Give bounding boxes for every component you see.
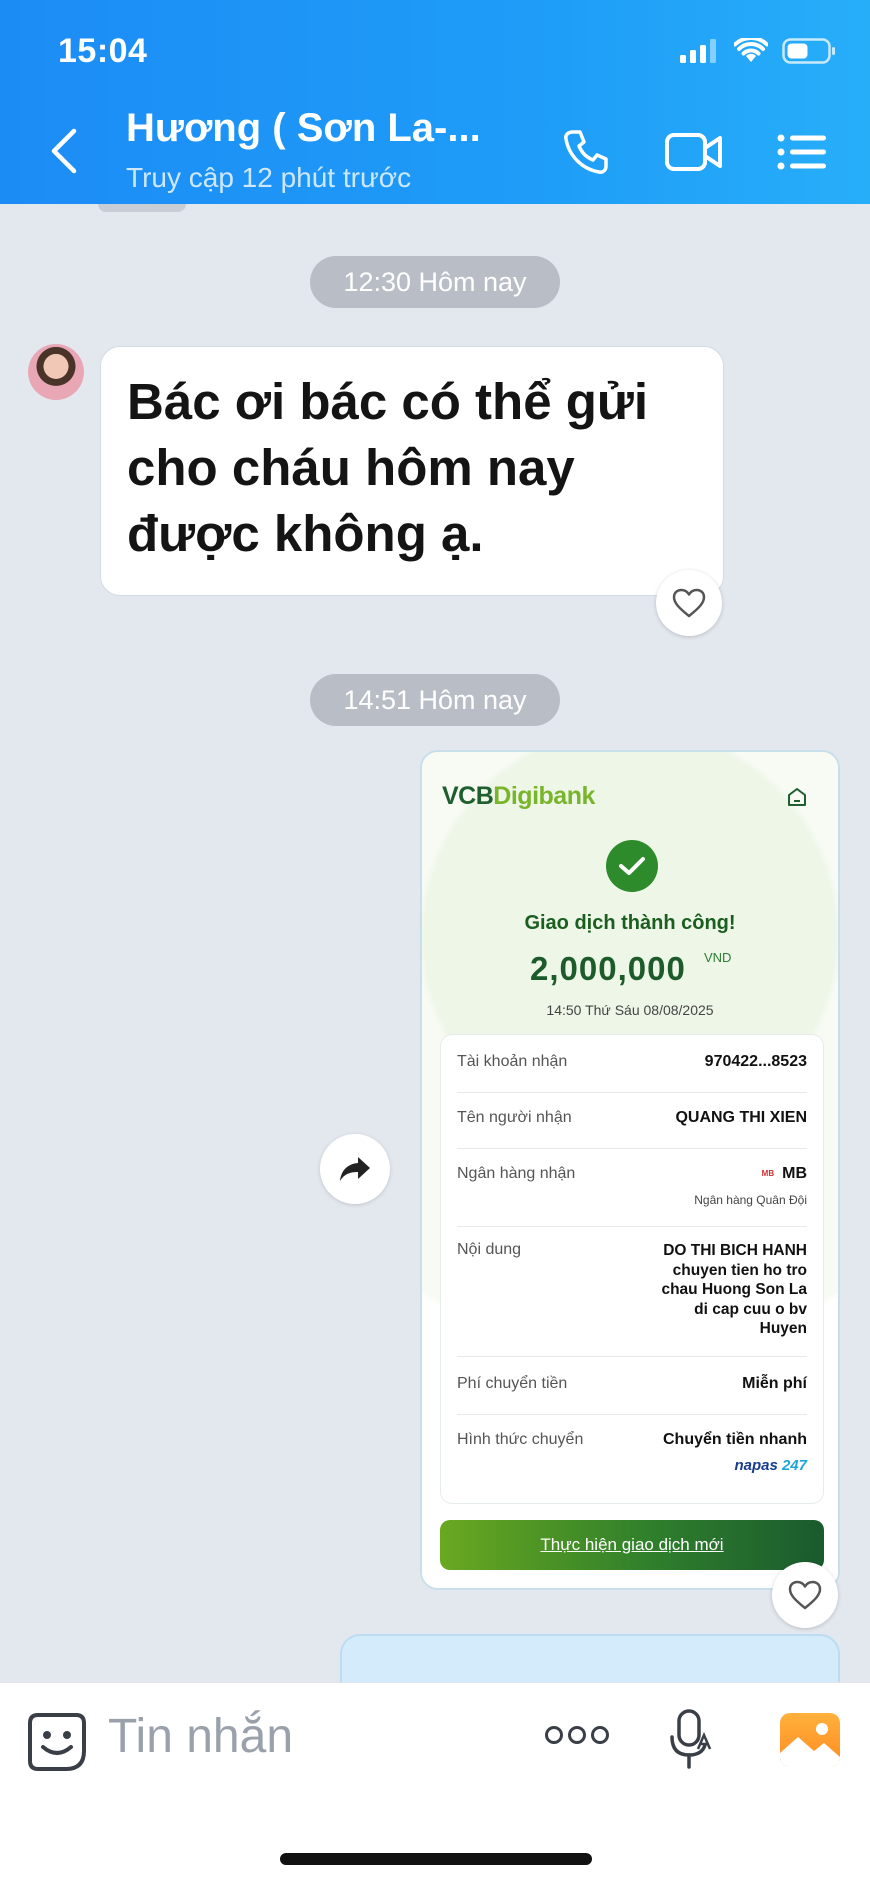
detail-row-content: Nội dung DO THI BICH HANH chuyen tien ho… bbox=[457, 1241, 807, 1357]
previous-message-edge bbox=[98, 204, 186, 212]
signal-icon bbox=[680, 39, 716, 63]
heart-icon bbox=[788, 1580, 822, 1610]
share-arrow-icon bbox=[340, 1157, 370, 1181]
contact-name[interactable]: Hương ( Sơn La-... bbox=[126, 106, 481, 151]
chat-options-button[interactable] bbox=[770, 122, 834, 182]
back-button[interactable] bbox=[44, 126, 88, 182]
react-heart-button[interactable] bbox=[656, 570, 722, 636]
message-input-bar bbox=[0, 1682, 870, 1884]
home-indicator bbox=[280, 1853, 592, 1865]
video-camera-icon bbox=[665, 133, 722, 171]
detail-row-recipient: Tên người nhận QUANG THI XIEN bbox=[457, 1109, 807, 1149]
video-call-button[interactable] bbox=[662, 122, 726, 182]
chevron-left-icon bbox=[51, 128, 77, 174]
transaction-status: Giao dịch thành công! bbox=[524, 912, 736, 934]
chat-messages[interactable]: 12:30 Hôm nay Bác ơi bác có thể gửi cho … bbox=[0, 204, 870, 1682]
detail-row-method: Hình thức chuyển Chuyển tiền nhanh napas… bbox=[457, 1431, 807, 1474]
gallery-button[interactable] bbox=[780, 1713, 840, 1767]
microphone-icon bbox=[670, 1709, 712, 1769]
more-options-button[interactable] bbox=[544, 1723, 610, 1752]
vcb-digibank-logo: VCBDigibank bbox=[442, 782, 595, 810]
status-time: 15:04 bbox=[58, 32, 148, 70]
detail-row-fee: Phí chuyển tiền Miễn phí bbox=[457, 1375, 807, 1415]
last-seen-status: Truy cập 12 phút trước bbox=[126, 162, 412, 193]
voice-message-button[interactable] bbox=[668, 1707, 712, 1776]
transaction-details-card: Tài khoản nhận 970422...8523 Tên người n… bbox=[440, 1034, 824, 1504]
detail-row-account: Tài khoản nhận 970422...8523 bbox=[457, 1053, 807, 1093]
transfer-amount: 2,000,000 bbox=[530, 950, 686, 987]
image-gallery-icon bbox=[780, 1723, 840, 1767]
transfer-receipt-image[interactable]: VCBDigibank Giao dịch thành công! 2,000,… bbox=[420, 750, 840, 1590]
currency-label: VND bbox=[704, 950, 732, 965]
timestamp-divider: 12:30 Hôm nay bbox=[310, 256, 560, 308]
heart-icon bbox=[672, 588, 706, 618]
success-check-icon bbox=[606, 840, 658, 892]
message-input[interactable] bbox=[108, 1709, 508, 1764]
avatar[interactable] bbox=[28, 344, 84, 400]
detail-row-bank: Ngân hàng nhận MB MB Ngân hàng Quân Đội bbox=[457, 1165, 807, 1227]
status-icons bbox=[680, 38, 836, 64]
sticker-smile-icon bbox=[28, 1713, 86, 1771]
chat-header: 15:04 Hương ( Sơn La-... Truy cập 12 phú… bbox=[0, 0, 870, 204]
battery-icon bbox=[782, 38, 835, 64]
sticker-button[interactable] bbox=[26, 1711, 88, 1778]
new-transaction-button: Thực hiện giao dịch mới bbox=[440, 1520, 824, 1570]
message-text: Bác ơi bác có thể gửi cho cháu hôm nay đ… bbox=[127, 373, 648, 562]
home-icon bbox=[788, 788, 806, 806]
incoming-message-bubble[interactable]: Bác ơi bác có thể gửi cho cháu hôm nay đ… bbox=[100, 346, 724, 596]
mb-bank-logo: MB bbox=[761, 1169, 775, 1179]
voice-call-button[interactable] bbox=[556, 122, 616, 182]
wifi-icon bbox=[734, 38, 768, 62]
timestamp-divider: 14:51 Hôm nay bbox=[310, 674, 560, 726]
list-menu-icon bbox=[777, 134, 826, 170]
napas-247-logo: napas 247 bbox=[734, 1457, 807, 1474]
forward-button[interactable] bbox=[320, 1134, 390, 1204]
outgoing-message-bubble-partial[interactable] bbox=[340, 1634, 840, 1682]
transaction-datetime: 14:50 Thứ Sáu 08/08/2025 bbox=[546, 1002, 714, 1018]
phone-icon bbox=[564, 130, 608, 174]
react-heart-button[interactable] bbox=[772, 1562, 838, 1628]
more-dots-icon bbox=[545, 1726, 609, 1744]
